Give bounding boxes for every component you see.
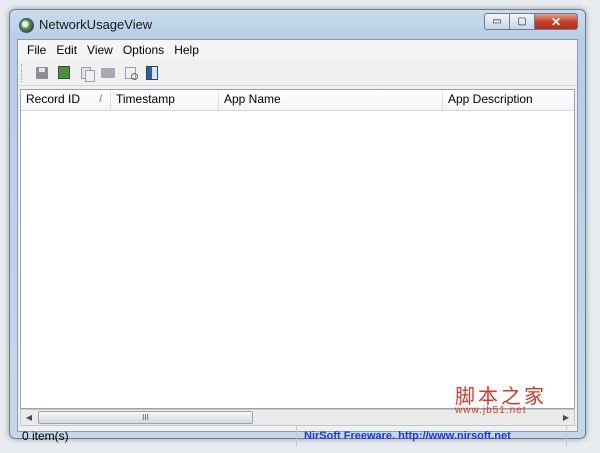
scroll-thumb[interactable]: III: [38, 411, 253, 424]
column-header-timestamp[interactable]: Timestamp: [111, 90, 219, 110]
main-window: NetworkUsageView ▭ ▢ ✕ File Edit View Op…: [9, 9, 586, 447]
column-label: Timestamp: [116, 92, 175, 106]
menu-view[interactable]: View: [82, 40, 118, 60]
menu-bar: File Edit View Options Help: [18, 40, 577, 60]
properties-button[interactable]: [100, 65, 116, 81]
column-label: App Description: [448, 92, 533, 106]
exit-icon: [146, 65, 158, 80]
sort-indicator-icon: /: [99, 94, 102, 105]
close-button[interactable]: ✕: [535, 13, 578, 30]
column-label: App Name: [224, 92, 281, 106]
scroll-left-icon[interactable]: ◀: [21, 410, 37, 425]
menu-options[interactable]: Options: [118, 40, 169, 60]
toolbar-grip[interactable]: [21, 63, 25, 82]
column-header-app-name[interactable]: App Name: [219, 90, 443, 110]
copy-icon: [81, 66, 95, 82]
menu-help[interactable]: Help: [169, 40, 204, 60]
column-header-record-id[interactable]: Record ID /: [21, 90, 111, 110]
toolbar: [18, 60, 577, 86]
column-label: Record ID: [26, 92, 81, 106]
find-button[interactable]: [122, 65, 138, 81]
maximize-button[interactable]: ▢: [510, 13, 535, 30]
properties-icon: [101, 67, 115, 78]
save-button[interactable]: [34, 65, 50, 81]
copy-button[interactable]: [78, 65, 95, 82]
records-list[interactable]: Record ID / Timestamp App Name App Descr…: [20, 89, 575, 409]
window-title: NetworkUsageView: [39, 17, 153, 32]
title-bar[interactable]: NetworkUsageView ▭ ▢ ✕: [10, 10, 585, 38]
refresh-button[interactable]: [56, 65, 72, 81]
nirsoft-link[interactable]: NirSoft Freeware. http://www.nirsoft.net: [297, 426, 567, 447]
close-icon: ✕: [550, 14, 562, 29]
item-count: 0 item(s): [18, 426, 297, 447]
exit-button[interactable]: [144, 65, 160, 81]
column-header-app-description[interactable]: App Description: [443, 90, 574, 110]
status-bar: 0 item(s) NirSoft Freeware. http://www.n…: [18, 426, 577, 447]
app-icon[interactable]: [19, 18, 34, 33]
minimize-button[interactable]: ▭: [484, 13, 510, 30]
scroll-right-icon[interactable]: ▶: [558, 410, 574, 425]
minimize-icon: ▭: [492, 16, 502, 27]
save-icon: [36, 66, 48, 79]
menu-file[interactable]: File: [18, 40, 51, 60]
window-controls: ▭ ▢ ✕: [484, 13, 578, 30]
refresh-icon: [58, 66, 70, 79]
list-header: Record ID / Timestamp App Name App Descr…: [21, 90, 574, 111]
client-area: File Edit View Options Help Record ID / …: [17, 39, 578, 447]
maximize-icon: ▢: [517, 16, 527, 27]
menu-edit[interactable]: Edit: [51, 40, 82, 60]
watermark-url: www.jb51.net: [455, 405, 527, 416]
find-icon: [124, 66, 138, 80]
